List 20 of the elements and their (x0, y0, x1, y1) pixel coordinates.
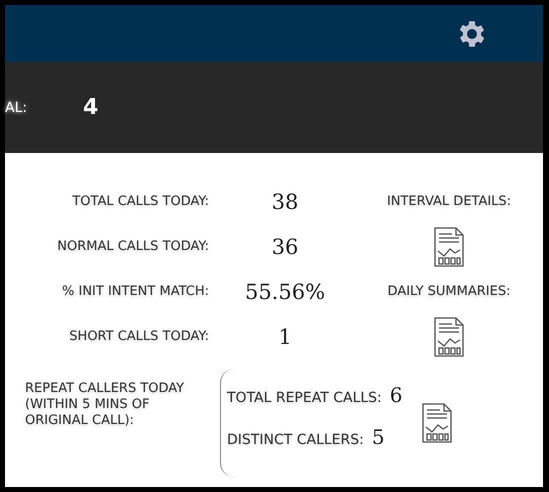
banner-value: 4 (83, 95, 98, 120)
repeat-stat-label: TOTAL REPEAT CALLS: (227, 390, 382, 406)
report-icon[interactable] (420, 403, 453, 443)
stat-label: % INIT INTENT MATCH: (62, 284, 210, 299)
report-label: DAILY SUMMARIES: (388, 284, 510, 299)
report-icon[interactable] (433, 226, 465, 266)
repeat-stat-value: 6 (390, 383, 403, 407)
report-icon[interactable] (433, 316, 465, 356)
stat-label: TOTAL CALLS TODAY: (72, 194, 210, 209)
stat-value: 36 (272, 234, 298, 258)
stat-label: NORMAL CALLS TODAY: (57, 239, 210, 254)
stat-label: SHORT CALLS TODAY: (69, 329, 210, 344)
banner-label: AL: (5, 100, 28, 116)
repeat-label: REPEAT CALLERS TODAY (WITHIN 5 MINS OF ORIGINAL CALL): (25, 380, 186, 430)
stat-value: 1 (278, 324, 292, 348)
stat-value: 55.56% (244, 280, 326, 304)
repeat-stat-value: 5 (372, 425, 385, 449)
repeat-stat-label: DISTINCT CALLERS: (227, 432, 364, 448)
stat-value: 38 (272, 190, 298, 214)
report-label: INTERVAL DETAILS: (386, 194, 512, 209)
